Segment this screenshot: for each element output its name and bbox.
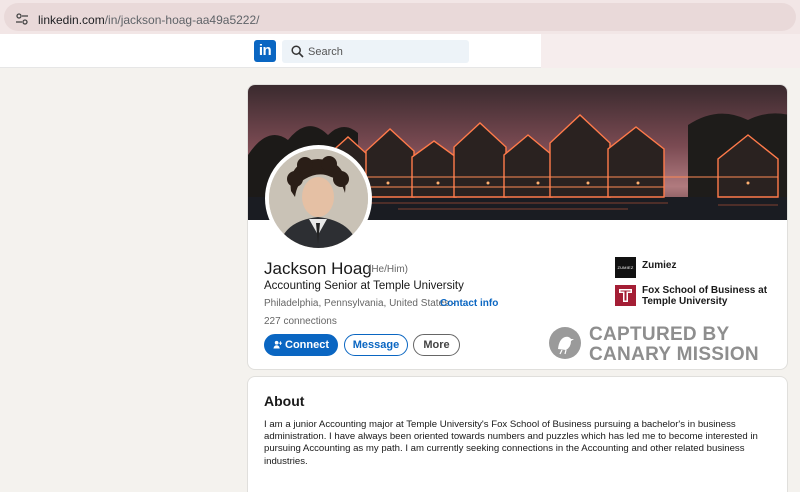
url-text[interactable]: linkedin.com/in/jackson-hoag-aa49a5222/ <box>38 13 259 27</box>
connections-count[interactable]: 227 connections <box>264 316 337 327</box>
watermark-text: CAPTURED BY CANARY MISSION <box>589 325 759 365</box>
canary-mission-watermark: CAPTURED BY CANARY MISSION <box>549 325 789 365</box>
url-domain: linkedin.com <box>38 13 105 27</box>
profile-photo[interactable] <box>265 145 372 252</box>
zumiez-logo: ZUMIEZ <box>615 257 636 278</box>
search-input[interactable] <box>308 40 458 63</box>
temple-t-logo <box>615 285 636 306</box>
experience-school-name: Fox School of Business at Temple Universi… <box>642 285 767 307</box>
search-box[interactable] <box>282 40 469 63</box>
experience-company-name: Zumiez <box>642 260 677 271</box>
browser-address-bar: linkedin.com/in/jackson-hoag-aa49a5222/ <box>0 0 800 34</box>
message-button[interactable]: Message <box>344 334 408 356</box>
connect-button[interactable]: Connect <box>264 334 338 356</box>
site-settings-icon[interactable] <box>15 12 29 26</box>
profile-photo-image <box>269 149 368 248</box>
search-icon <box>291 45 304 58</box>
watermark-line-1: CAPTURED BY <box>589 324 730 345</box>
location-text: Philadelphia, Pennsylvania, United State… <box>264 298 450 309</box>
connect-label: Connect <box>285 339 329 351</box>
about-text: I am a junior Accounting major at Temple… <box>264 419 758 467</box>
linkedin-navbar: in <box>0 34 800 68</box>
experience-school-line-1: Fox School of Business at <box>642 285 768 296</box>
experience-school-line-2: Temple University <box>642 296 728 307</box>
canary-bird-icon <box>549 327 581 359</box>
linkedin-logo[interactable]: in <box>254 40 276 62</box>
watermark-line-2: CANARY MISSION <box>589 344 759 365</box>
more-button[interactable]: More <box>413 334 460 356</box>
about-card: About I am a junior Accounting major at … <box>247 376 788 492</box>
profile-location: Philadelphia, Pennsylvania, United State… <box>264 298 455 309</box>
url-path: /in/jackson-hoag-aa49a5222/ <box>104 13 260 27</box>
profile-headline: Accounting Senior at Temple University <box>264 280 464 292</box>
url-bar[interactable]: linkedin.com/in/jackson-hoag-aa49a5222/ <box>4 3 796 31</box>
nav-right-area <box>541 34 800 68</box>
profile-name: Jackson Hoag <box>264 259 372 278</box>
profile-pronouns: (He/Him) <box>368 264 408 275</box>
add-person-icon <box>273 340 282 349</box>
contact-info-link[interactable]: Contact info <box>440 298 498 309</box>
about-heading: About <box>264 393 305 409</box>
